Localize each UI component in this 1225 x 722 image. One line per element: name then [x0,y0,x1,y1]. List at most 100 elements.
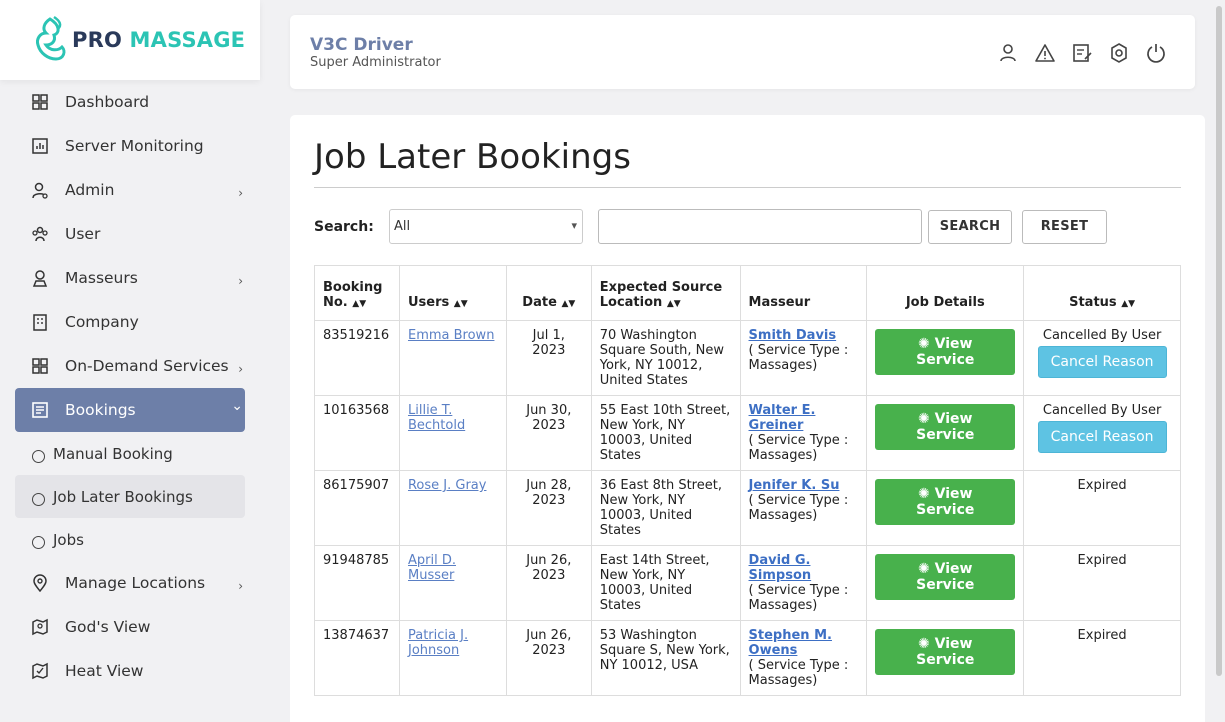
dashboard-icon [31,93,49,111]
location-cell: 70 Washington Square South, New York, NY… [590,320,741,396]
status-cell: Expired [1023,545,1181,621]
service-type: ( Service Type : Massages) [748,343,849,373]
location-cell: 36 East 8th Street, New York, NY 10003, … [590,470,741,546]
col-location[interactable]: Expected Source Location ▲▼ [590,265,741,321]
status-text: Expired [1077,628,1127,643]
service-type: ( Service Type : Massages) [748,583,849,613]
search-button[interactable]: SEARCH [928,210,1012,244]
view-service-button[interactable]: ✺ View Service [875,404,1016,450]
masseur-cell: Jenifer K. Su( Service Type : Massages) [739,470,868,546]
sidebar-item-manage-locations[interactable]: Manage Locations › [15,561,245,605]
status-cell: Expired [1023,470,1181,546]
masseur-link[interactable]: David G. Simpson [749,553,812,583]
logo[interactable]: PRO MASSAGE [0,0,260,80]
sidebar-item-company[interactable]: Company [15,300,245,344]
warning-icon[interactable] [1034,42,1056,64]
col-status[interactable]: Status ▲▼ [1023,265,1181,321]
user-link[interactable]: Rose J. Gray [408,478,486,493]
sidebar-subitem-label: Jobs [53,530,84,549]
user-cell: Lillie T. Bechtold [398,395,507,471]
job-details-cell: ✺ View Service [866,320,1025,396]
user-cell: Rose J. Gray [398,470,507,546]
sidebar-item-label: User [65,225,101,243]
status-cell: Cancelled By User Cancel Reason [1023,395,1181,471]
job-details-cell: ✺ View Service [866,470,1025,546]
bookings-icon [31,401,49,419]
masseur-cell: Smith Davis( Service Type : Massages) [739,320,868,396]
reset-button[interactable]: RESET [1022,210,1107,244]
user-cell: Emma Brown [398,320,507,396]
gear-icon: ✺ [918,486,930,502]
search-input[interactable] [598,209,922,244]
col-date[interactable]: Date ▲▼ [505,265,592,321]
sidebar-item-admin[interactable]: Admin › [15,168,245,212]
gear-icon: ✺ [918,561,930,577]
search-bar: Search: All ▾ SEARCH RESET [314,209,1181,245]
date-cell: Jun 28, 2023 [505,470,592,546]
search-label: Search: [314,219,374,235]
date-cell: Jun 26, 2023 [505,620,592,696]
chevron-right-icon: › [238,274,243,288]
date-cell: Jun 30, 2023 [505,395,592,471]
view-service-button[interactable]: ✺ View Service [875,479,1016,525]
sidebar-item-label: Admin [65,181,115,199]
user-link[interactable]: Patricia J. Johnson [408,628,468,658]
service-type: ( Service Type : Massages) [748,658,849,688]
sidebar-item-on-demand-services[interactable]: On-Demand Services › [15,344,245,388]
user-link[interactable]: Emma Brown [408,328,494,343]
scrollbar-thumb[interactable] [1216,6,1222,676]
sidebar-item-label: Manage Locations [65,574,206,592]
sidebar-item-user[interactable]: User [15,212,245,256]
sidebar-item-dashboard[interactable]: Dashboard [15,80,245,124]
booking-number: 86175907 [314,470,400,546]
masseur-link[interactable]: Smith Davis [749,328,837,343]
sidebar-item-bookings[interactable]: Bookings ⌄ [15,388,245,432]
chevron-down-icon: ▾ [571,219,577,232]
col-booking-no[interactable]: Booking No. ▲▼ [314,265,400,321]
logo-icon [36,15,66,61]
admin-icon [31,181,49,199]
settings-icon[interactable] [1108,42,1130,64]
status-cell: Cancelled By User Cancel Reason [1023,320,1181,396]
profile-icon[interactable] [997,42,1019,64]
sidebar-item-server-monitoring[interactable]: Server Monitoring [15,124,245,168]
col-masseur: Masseur [739,265,868,321]
notes-icon[interactable] [1071,42,1093,64]
masseur-link[interactable]: Jenifer K. Su [749,478,840,493]
gear-icon: ✺ [918,336,930,352]
users-icon [31,225,49,243]
view-service-button[interactable]: ✺ View Service [875,629,1016,675]
sidebar-item-god-s-view[interactable]: God's View [15,605,245,649]
user-link[interactable]: April D. Musser [408,553,456,583]
sidebar-item-label: Server Monitoring [65,137,204,155]
circle-icon [32,493,45,506]
booking-number: 83519216 [314,320,400,396]
masseur-link[interactable]: Stephen M. Owens [749,628,832,658]
sidebar-subitem-job-later-bookings[interactable]: Job Later Bookings [15,475,245,518]
status-text: Cancelled By User [1042,328,1162,343]
sidebar-subitem-manual-booking[interactable]: Manual Booking [15,432,245,475]
sidebar-subitem-label: Manual Booking [53,444,173,463]
sidebar-item-masseurs[interactable]: Masseurs › [15,256,245,300]
search-filter-select[interactable]: All ▾ [389,209,583,244]
sidebar-item-label: Bookings [65,401,136,419]
masseur-link[interactable]: Walter E. Greiner [749,403,816,433]
page-title: Job Later Bookings [314,137,631,177]
sidebar-subitem-jobs[interactable]: Jobs [15,518,245,561]
page-scrollbar[interactable] [1213,0,1225,722]
logo-text: PRO MASSAGE [72,28,246,52]
location-cell: 53 Washington Square S, New York, NY 100… [590,620,741,696]
view-service-button[interactable]: ✺ View Service [875,554,1016,600]
divider [314,187,1181,188]
user-link[interactable]: Lillie T. Bechtold [408,403,465,433]
masseur-cell: Stephen M. Owens( Service Type : Massage… [739,620,868,696]
sidebar-item-heat-view[interactable]: Heat View [15,649,245,693]
main-card: Job Later Bookings Search: All ▾ SEARCH … [290,115,1205,722]
col-users[interactable]: Users ▲▼ [398,265,507,321]
cancel-reason-button[interactable]: Cancel Reason [1037,421,1167,453]
user-cell: Patricia J. Johnson [398,620,507,696]
view-service-button[interactable]: ✺ View Service [875,329,1016,375]
logout-icon[interactable] [1145,42,1167,64]
cancel-reason-button[interactable]: Cancel Reason [1037,346,1167,378]
company-icon [31,313,49,331]
